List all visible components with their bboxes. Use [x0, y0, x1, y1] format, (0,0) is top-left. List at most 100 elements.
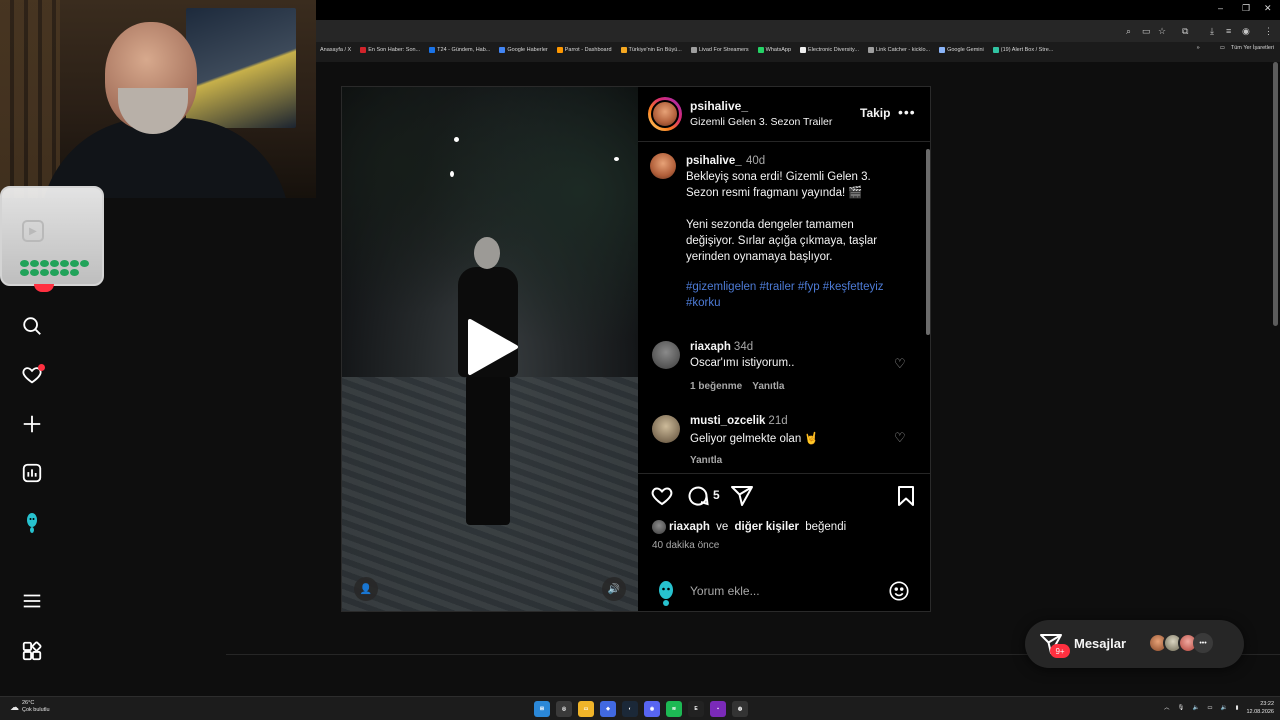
apps-icon[interactable]: [20, 639, 44, 663]
instagram-sidebar: [0, 290, 64, 690]
bookmark-item[interactable]: WhatsApp: [757, 47, 791, 53]
menu-icon[interactable]: ⋮: [1264, 26, 1273, 37]
volume-icon[interactable]: 🔊: [602, 577, 626, 601]
post-time[interactable]: 40 dakika önce: [652, 540, 719, 551]
comment-input[interactable]: [690, 578, 870, 604]
taskbar-apps: ⊞ ◎ ▭ ◆ ◐ ◉ ≋ E ▪ ◍: [534, 701, 748, 717]
close-button[interactable]: ✕: [1264, 3, 1272, 14]
play-icon[interactable]: [464, 317, 520, 377]
insights-icon[interactable]: [20, 461, 44, 485]
microphone-icon[interactable]: 🎙: [1178, 704, 1185, 712]
app-icon[interactable]: ◆: [600, 701, 616, 717]
post-header: psihalive_ Gizemli Gelen 3. Sezon Traile…: [638, 87, 930, 142]
maximize-button[interactable]: ❐: [1242, 3, 1250, 14]
like-icon[interactable]: [650, 484, 674, 508]
liker-avatar[interactable]: [652, 520, 666, 534]
create-icon[interactable]: [20, 412, 44, 436]
bookmark-item[interactable]: Parrot - Dashboard: [556, 47, 612, 53]
network-icon[interactable]: ▭: [1207, 704, 1212, 712]
comments-scrollbar[interactable]: [926, 149, 930, 469]
obs-icon[interactable]: ◍: [732, 701, 748, 717]
avatar: [651, 100, 679, 128]
download-icon[interactable]: ⤓: [1210, 26, 1214, 37]
caption-hashtags[interactable]: #gizemligelen #trailer #fyp #keşfetteyiz…: [686, 279, 896, 311]
caption-time[interactable]: 40d: [746, 153, 765, 169]
cast-icon[interactable]: ▭: [1142, 26, 1151, 37]
stream-glass-widget: ▶: [0, 186, 104, 292]
page-scrollbar-thumb[interactable]: [1273, 62, 1278, 326]
author-avatar[interactable]: [648, 97, 682, 131]
messages-badge: 9+: [1050, 644, 1070, 658]
comment-likes[interactable]: 1 beğenme: [690, 381, 742, 392]
more-menu-icon[interactable]: [20, 589, 44, 613]
bookmark-item[interactable]: En Son Haber: Son...: [360, 47, 420, 53]
scrollbar-thumb[interactable]: [926, 149, 930, 335]
minimize-button[interactable]: –: [1218, 3, 1223, 13]
profile-icon[interactable]: ◉: [1242, 26, 1250, 37]
steam-icon[interactable]: ◐: [622, 701, 638, 717]
comment-user[interactable]: musti_ozcelik 21d: [690, 415, 788, 427]
bookmarks-right: » ▭ Tüm Yer İşaretleri: [1197, 45, 1274, 51]
epic-games-icon[interactable]: E: [688, 701, 704, 717]
bookmark-star-icon[interactable]: ☆: [1158, 26, 1166, 37]
comment-user[interactable]: riaxaph 34d: [690, 341, 753, 353]
more-options-button[interactable]: •••: [898, 104, 916, 120]
media-icon[interactable]: ≡: [1226, 26, 1231, 36]
all-bookmarks-link[interactable]: Tüm Yer İşaretleri: [1231, 45, 1274, 51]
windows-start-icon[interactable]: ⊞: [534, 701, 550, 717]
volume-tray-icon[interactable]: 🔈: [1193, 704, 1200, 712]
author-username[interactable]: psihalive_: [690, 99, 748, 113]
comment-like-icon[interactable]: ♡: [894, 356, 906, 372]
tray-speaker-icon[interactable]: 🔉: [1221, 704, 1228, 712]
comment-icon[interactable]: [686, 484, 710, 508]
extensions-icon[interactable]: ⧉: [1182, 26, 1188, 37]
liked-by-user[interactable]: riaxaph: [669, 521, 710, 533]
reply-button[interactable]: Yanıtla: [690, 455, 722, 466]
favicon-icon: [499, 47, 506, 53]
post-actions: 5 riaxaph ve diğer kişiler beğendi 40 da…: [638, 473, 930, 611]
bookmark-item[interactable]: T24 - Gündem, Hab...: [429, 47, 490, 53]
battery-icon[interactable]: ▮: [1235, 704, 1238, 712]
spotify-icon[interactable]: ≋: [666, 701, 682, 717]
comment-composer: [638, 572, 930, 612]
bookmark-item[interactable]: Link Catcher - kicklo...: [867, 47, 930, 53]
clock[interactable]: 23:22 12.08.2026: [1246, 700, 1274, 716]
chrome-icon[interactable]: ◎: [556, 701, 572, 717]
messages-button[interactable]: 9+ Mesajlar •••: [1025, 620, 1244, 668]
share-icon[interactable]: [730, 484, 754, 508]
reply-button[interactable]: Yanıtla: [752, 381, 784, 392]
post-subtitle[interactable]: Gizemli Gelen 3. Sezon Trailer: [690, 116, 832, 128]
discord-icon[interactable]: ◉: [644, 701, 660, 717]
bookmark-item[interactable]: Livad For Streamers: [690, 47, 749, 53]
commenter-avatar[interactable]: [652, 341, 680, 369]
save-icon[interactable]: [894, 484, 918, 508]
comment-meta: Yanıtla: [690, 455, 722, 466]
follow-button[interactable]: Takip: [860, 106, 890, 120]
bookmark-item[interactable]: Electronic Diversity...: [800, 47, 859, 53]
bookmark-item[interactable]: Google Haberler: [499, 47, 548, 53]
caption-avatar[interactable]: [650, 153, 676, 179]
file-explorer-icon[interactable]: ▭: [578, 701, 594, 717]
tagged-user-icon[interactable]: 👤: [354, 577, 378, 601]
favicon-icon: [800, 47, 807, 53]
profile-avatar-icon[interactable]: [20, 510, 44, 534]
caption-username[interactable]: psihalive_: [686, 153, 742, 169]
page-scrollbar[interactable]: [1273, 62, 1278, 692]
bookmark-item[interactable]: Türkiye'nin En Büyü...: [620, 47, 682, 53]
emoji-icon[interactable]: [888, 580, 910, 607]
comment-like-icon[interactable]: ♡: [894, 430, 906, 446]
commenter-avatar[interactable]: [652, 415, 680, 443]
zoom-icon[interactable]: ⌕: [1126, 26, 1131, 37]
bookmark-item[interactable]: Anasayfa / X: [320, 47, 351, 53]
bookmark-item[interactable]: (19) Alert Box / Stre...: [992, 47, 1053, 53]
tray-chevron-icon[interactable]: ︿: [1164, 704, 1170, 712]
search-icon[interactable]: [20, 314, 44, 338]
bookmark-item[interactable]: Google Gemini: [939, 47, 984, 53]
comments-scroll-area[interactable]: psihalive_ 40d Bekleyiş sona erdi! Gizem…: [638, 143, 930, 471]
bookmarks-overflow-button[interactable]: »: [1197, 45, 1200, 51]
weather-widget[interactable]: ☁ 26°C Çok bulutlu: [10, 700, 50, 714]
app-icon[interactable]: ▪: [710, 701, 726, 717]
video-player[interactable]: 👤 🔊: [342, 87, 638, 611]
liked-by-others[interactable]: diğer kişiler: [734, 521, 799, 533]
weather-text: Çok bulutlu: [22, 707, 50, 713]
